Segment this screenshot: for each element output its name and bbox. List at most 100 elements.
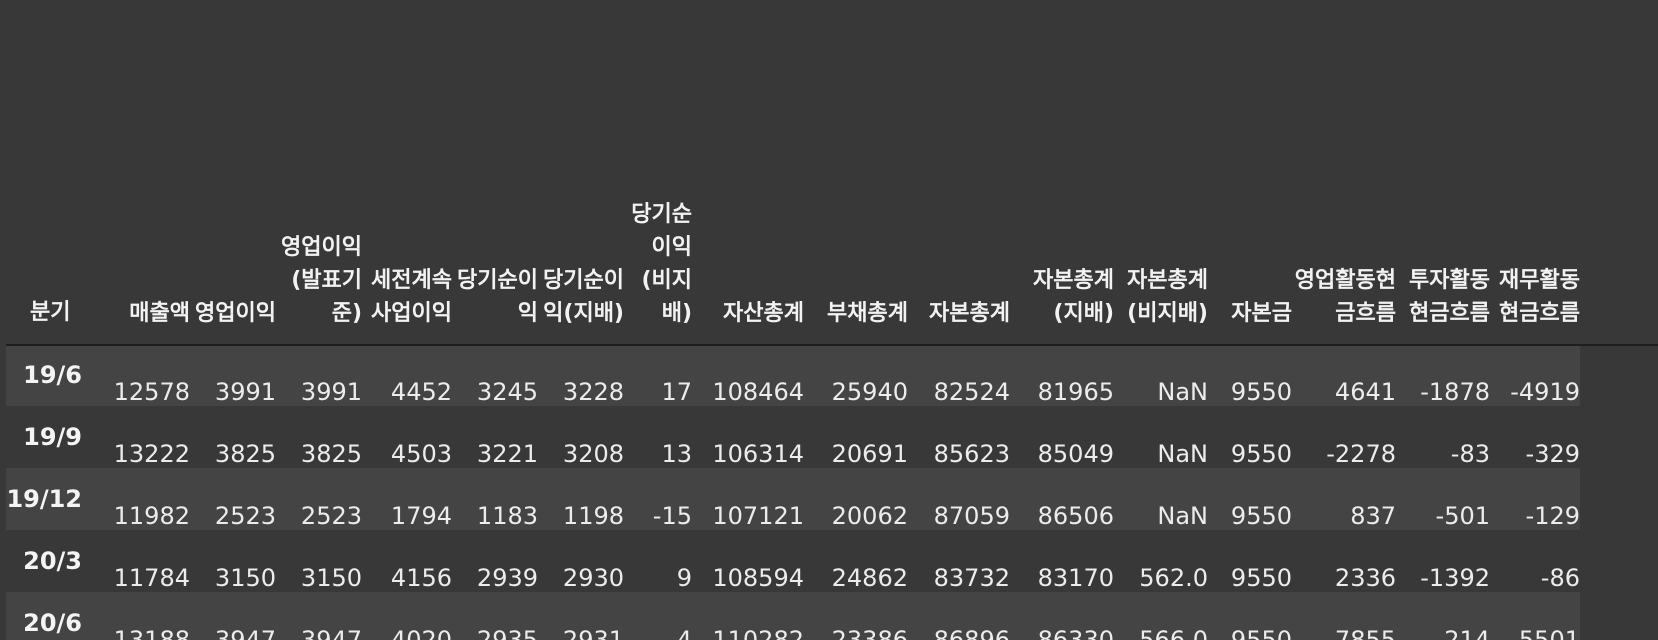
table-cell: NaN: [1157, 502, 1208, 530]
column-header: 자본금: [1231, 301, 1292, 326]
column-header: 당기순이익: [457, 268, 538, 326]
table-cell: 9550: [1230, 378, 1292, 406]
table-cell: 3245: [476, 378, 538, 406]
table-cell: 9550: [1230, 564, 1292, 592]
table-cell: NaN: [1157, 440, 1208, 468]
column-header: 당기순이익(비지배): [631, 202, 692, 326]
row-index-label: 20/6: [23, 609, 82, 637]
row-index-label: 19/12: [6, 485, 82, 513]
table-cell: 13: [661, 440, 692, 468]
table-cell: 9: [676, 564, 692, 592]
index-name-label: 분기: [30, 300, 71, 325]
table-cell: 11982: [113, 502, 190, 530]
table-cell: 2523: [300, 502, 362, 530]
table-cell: -86: [1540, 564, 1580, 592]
column-header: 영업이익: [195, 301, 276, 326]
table-cell: -83: [1450, 440, 1490, 468]
table-cell: 9550: [1230, 502, 1292, 530]
table-cell: 1183: [476, 502, 538, 530]
column-header: 당기순이익(지배): [543, 268, 624, 326]
table-cell: 81965: [1037, 378, 1114, 406]
table-cell: 11784: [113, 564, 190, 592]
table-cell: 3150: [300, 564, 362, 592]
table-cell: 25940: [831, 378, 908, 406]
table-cell: 85049: [1037, 440, 1114, 468]
column-header: 자본총계(비지배): [1127, 268, 1208, 326]
table-row: 20/6 13188 3947 3947 4020 2935 2931 4 110282 2338…: [6, 592, 1580, 640]
table-cell: -5501: [1510, 626, 1580, 640]
column-header: 재무활동현금흐름: [1499, 268, 1580, 326]
table-cell: 87059: [933, 502, 1010, 530]
table-cell: -15: [652, 502, 692, 530]
table-cell: -501: [1435, 502, 1490, 530]
table-cell: NaN: [1157, 378, 1208, 406]
table-cell: 9550: [1230, 626, 1292, 640]
row-index-label: 19/6: [23, 361, 82, 389]
table-cell: 3947: [214, 626, 276, 640]
table-cell: -129: [1525, 502, 1580, 530]
column-header: 자산총계: [723, 301, 804, 326]
table-cell: 4020: [390, 626, 452, 640]
table-cell: 2939: [476, 564, 538, 592]
column-header: 영업이익(발표기준): [281, 235, 362, 326]
table-cell: 3208: [562, 440, 624, 468]
column-header-row: 매출액 영업이익 영업이익(발표기준) 세전계속사업이익 당기순이익 당기순이익…: [6, 0, 1580, 330]
table-cell: 3825: [300, 440, 362, 468]
column-header: 부채총계: [827, 301, 908, 326]
table-row: 19/9 13222 3825 3825 4503 3221 3208 13 106314 206…: [6, 406, 1580, 468]
header-divider: [6, 344, 1658, 346]
table-cell: -2278: [1326, 440, 1396, 468]
table-cell: 85623: [933, 440, 1010, 468]
table-cell: -214: [1435, 626, 1490, 640]
table-cell: 9550: [1230, 440, 1292, 468]
column-header: 자본총계(지배): [1033, 268, 1114, 326]
table-cell: 4: [676, 626, 692, 640]
table-cell: 110282: [712, 626, 804, 640]
table-cell: 107121: [712, 502, 804, 530]
table-cell: 1198: [562, 502, 624, 530]
table-cell: 17: [661, 378, 692, 406]
table-row: 19/12 11982 2523 2523 1794 1183 1198 -15 107121 2…: [6, 468, 1580, 530]
row-index-label: 20/3: [23, 547, 82, 575]
table-cell: 86896: [933, 626, 1010, 640]
table-cell: 562.0: [1139, 564, 1208, 592]
column-header: 매출액: [129, 301, 190, 326]
table-cell: 82524: [933, 378, 1010, 406]
table-cell: 1794: [390, 502, 452, 530]
table-cell: -329: [1525, 440, 1580, 468]
table-cell: 2336: [1334, 564, 1396, 592]
table-cell: 83732: [933, 564, 1010, 592]
table-cell: 2523: [214, 502, 276, 530]
table-cell: -4919: [1510, 378, 1580, 406]
table-cell: 106314: [712, 440, 804, 468]
column-header: 세전계속사업이익: [371, 268, 452, 326]
table-cell: 837: [1350, 502, 1396, 530]
column-header: 영업활동현금흐름: [1294, 268, 1396, 326]
table-cell: 24862: [831, 564, 908, 592]
table-cell: 4452: [390, 378, 452, 406]
table-cell: 4156: [390, 564, 452, 592]
table-body: 19/6 12578 3991 3991 4452 3245 3228 17 108464 259…: [6, 344, 1580, 640]
table-cell: 3991: [300, 378, 362, 406]
column-header: 자본총계: [929, 301, 1010, 326]
table-cell: 13188: [113, 626, 190, 640]
table-cell: 12578: [113, 378, 190, 406]
table-cell: 4503: [390, 440, 452, 468]
table-cell: 3947: [300, 626, 362, 640]
table-cell: 108464: [712, 378, 804, 406]
table-cell: 2930: [562, 564, 624, 592]
table-cell: 3228: [562, 378, 624, 406]
dataframe-output: 매출액 영업이익 영업이익(발표기준) 세전계속사업이익 당기순이익 당기순이익…: [0, 0, 1658, 640]
table-cell: 23386: [831, 626, 908, 640]
table-cell: 2931: [562, 626, 624, 640]
table-cell: 13222: [113, 440, 190, 468]
table-cell: 7855: [1334, 626, 1396, 640]
column-header: 투자활동현금흐름: [1409, 268, 1490, 326]
table-cell: 20062: [831, 502, 908, 530]
row-index-label: 19/9: [23, 423, 82, 451]
table-cell: -1392: [1420, 564, 1490, 592]
table-cell: -1878: [1420, 378, 1490, 406]
table-cell: 20691: [831, 440, 908, 468]
table-cell: 3991: [214, 378, 276, 406]
table-cell: 86506: [1037, 502, 1114, 530]
